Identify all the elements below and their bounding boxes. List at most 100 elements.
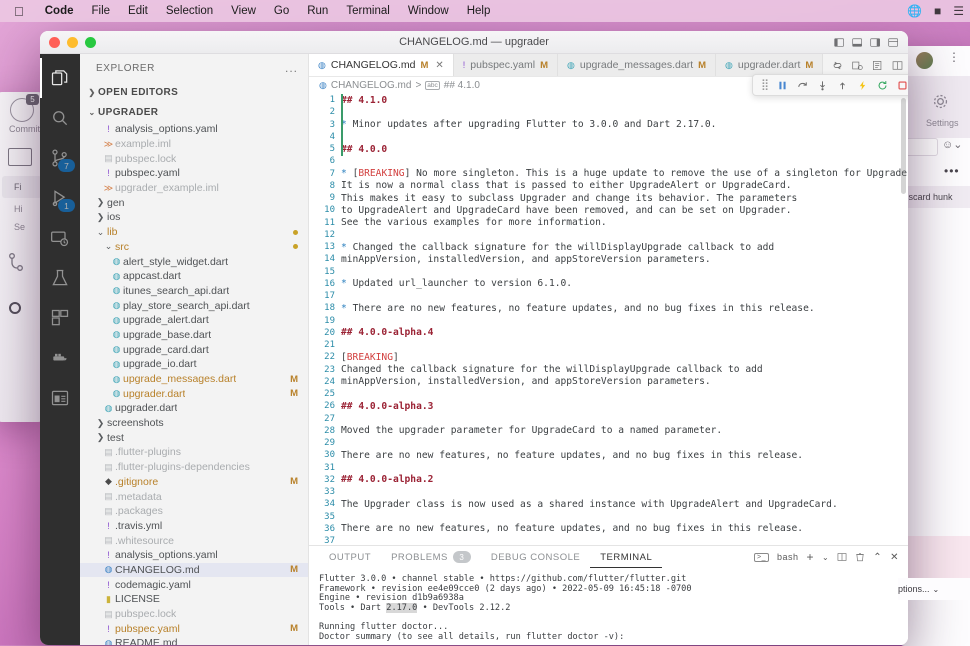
- background-options-fragment[interactable]: ptions... ⌄: [898, 578, 970, 600]
- menu-item-help[interactable]: Help: [458, 5, 500, 17]
- chevron-down-icon[interactable]: ⌄: [822, 553, 829, 562]
- menu-item-edit[interactable]: Edit: [119, 5, 157, 17]
- tree-item[interactable]: ! analysis_options.yaml: [80, 548, 308, 563]
- tree-item[interactable]: ◍ upgrade_io.dart: [80, 357, 308, 372]
- terminal-output[interactable]: Flutter 3.0.0 • channel stable • https:/…: [309, 568, 908, 645]
- activity-item-extensions[interactable]: [40, 298, 80, 338]
- section-upgrader[interactable]: ⌄ UPGRADER: [80, 102, 308, 122]
- activity-item-layout[interactable]: [40, 378, 80, 418]
- toggle-panel-icon[interactable]: [852, 37, 863, 48]
- tree-item[interactable]: ≫ example.iml: [80, 137, 308, 152]
- tree-item[interactable]: ❯ test: [80, 430, 308, 445]
- toggle-secondary-sidebar-icon[interactable]: [870, 37, 881, 48]
- tree-item[interactable]: ▤ .packages: [80, 504, 308, 519]
- menu-item-view[interactable]: View: [222, 5, 265, 17]
- emoji-picker-icon[interactable]: ☺⌄: [942, 138, 962, 151]
- new-terminal-icon[interactable]: +: [807, 550, 815, 564]
- background-window-right[interactable]: ⋮ Settings ☺⌄ ••• Discard hunk: [898, 46, 970, 646]
- tree-item[interactable]: ▤ pubspec.lock: [80, 607, 308, 622]
- activity-item-docker[interactable]: [40, 338, 80, 378]
- tree-item[interactable]: ◆ .gitignore M: [80, 475, 308, 490]
- step-over-icon[interactable]: [797, 80, 808, 91]
- stop-icon[interactable]: [897, 80, 908, 91]
- pause-icon[interactable]: [777, 80, 788, 91]
- restart-icon[interactable]: [877, 80, 888, 91]
- preview-icon[interactable]: [832, 60, 843, 71]
- open-preview-icon[interactable]: [872, 60, 883, 71]
- close-window-button[interactable]: [49, 36, 60, 48]
- tree-item[interactable]: ◍ appcast.dart: [80, 269, 308, 284]
- explorer-more-actions-icon[interactable]: ...: [285, 61, 298, 75]
- editor-scrollbar[interactable]: [901, 98, 906, 194]
- editor-tab[interactable]: ◍ upgrade_messages.dart M: [558, 54, 717, 76]
- tree-item[interactable]: ▤ .flutter-plugins: [80, 445, 308, 460]
- tree-item[interactable]: ❯ screenshots: [80, 416, 308, 431]
- step-out-icon[interactable]: [837, 80, 848, 91]
- menu-item-go[interactable]: Go: [265, 5, 298, 17]
- code-editor[interactable]: 1 ## 4.1.0 2 3 * Minor updates after upgradi…: [309, 94, 908, 545]
- activity-item-testing[interactable]: [40, 258, 80, 298]
- tree-item[interactable]: ◍ alert_style_widget.dart: [80, 254, 308, 269]
- tree-item[interactable]: ▤ pubspec.lock: [80, 151, 308, 166]
- minimize-window-button[interactable]: [67, 36, 78, 48]
- panel-tab[interactable]: DEBUG CONSOLE: [481, 546, 590, 568]
- tree-item[interactable]: ! pubspec.yaml: [80, 166, 308, 181]
- kebab-menu-icon[interactable]: ⋮: [948, 51, 960, 63]
- tree-item[interactable]: ! analysis_options.yaml: [80, 122, 308, 137]
- activity-item-source-control[interactable]: 7: [40, 138, 80, 178]
- bolt-icon[interactable]: [857, 80, 868, 91]
- activity-item-search[interactable]: [40, 98, 80, 138]
- wifi-icon[interactable]: ☰: [947, 4, 970, 18]
- close-tab-icon[interactable]: ✕: [435, 60, 443, 71]
- editor-tab[interactable]: ! pubspec.yaml M: [453, 54, 559, 76]
- menu-item-code[interactable]: Code: [36, 5, 83, 17]
- tree-item[interactable]: ❯ ios: [80, 210, 308, 225]
- toggle-sidebar-icon[interactable]: [834, 37, 845, 48]
- step-into-icon[interactable]: [817, 80, 828, 91]
- tree-item[interactable]: ◍ itunes_search_api.dart: [80, 284, 308, 299]
- activity-item-explorer[interactable]: [40, 58, 80, 98]
- apple-logo-icon[interactable]: : [0, 5, 36, 18]
- breadcrumb-symbol[interactable]: ## 4.1.0: [444, 80, 480, 91]
- customize-layout-icon[interactable]: [888, 37, 899, 48]
- menu-item-terminal[interactable]: Terminal: [337, 5, 398, 17]
- tree-item[interactable]: ◍ README.md: [80, 636, 308, 645]
- terminal-shell-label[interactable]: bash: [777, 552, 799, 562]
- tree-item[interactable]: ◍ upgrade_alert.dart: [80, 313, 308, 328]
- grip-icon[interactable]: ⣿: [761, 79, 769, 91]
- kill-terminal-icon[interactable]: [855, 552, 865, 562]
- tree-item[interactable]: ◍ CHANGELOG.md M: [80, 562, 308, 578]
- activity-item-run-and-debug[interactable]: 1: [40, 178, 80, 218]
- breadcrumb-file[interactable]: CHANGELOG.md: [331, 80, 412, 91]
- close-panel-icon[interactable]: ✕: [890, 552, 899, 563]
- maximize-panel-icon[interactable]: ⌃: [873, 552, 882, 563]
- section-open-editors[interactable]: ❯ OPEN EDITORS: [80, 82, 308, 102]
- tree-item[interactable]: ▤ .metadata: [80, 489, 308, 504]
- tree-item[interactable]: ⌄ lib: [80, 225, 308, 240]
- tree-item[interactable]: ◍ upgrader.dart: [80, 401, 308, 416]
- activity-item-remote-explorer[interactable]: [40, 218, 80, 258]
- tree-item[interactable]: ◍ upgrade_card.dart: [80, 342, 308, 357]
- tree-item[interactable]: ! pubspec.yaml M: [80, 621, 308, 636]
- panel-tab[interactable]: OUTPUT: [319, 546, 381, 568]
- tree-item[interactable]: ◍ upgrade_messages.dart M: [80, 372, 308, 387]
- more-icon[interactable]: •••: [944, 164, 960, 178]
- tree-item[interactable]: ≫ upgrader_example.iml: [80, 181, 308, 196]
- battery-icon[interactable]: ■: [928, 4, 947, 18]
- menu-item-file[interactable]: File: [83, 5, 120, 17]
- maximize-window-button[interactable]: [85, 36, 96, 48]
- globe-icon[interactable]: 🌐: [901, 4, 928, 18]
- menu-item-selection[interactable]: Selection: [157, 5, 222, 17]
- menu-item-run[interactable]: Run: [298, 5, 337, 17]
- tree-item[interactable]: ! .travis.yml: [80, 519, 308, 534]
- tree-item[interactable]: ◍ upgrader.dart M: [80, 386, 308, 401]
- tree-item[interactable]: ▤ .flutter-plugins-dependencies: [80, 460, 308, 475]
- editor-tab[interactable]: ◍ CHANGELOG.md M ✕: [309, 54, 454, 76]
- tree-item[interactable]: ! codemagic.yaml: [80, 577, 308, 592]
- tree-item[interactable]: ▮ LICENSE: [80, 592, 308, 607]
- background-window-left[interactable]: 5 Commit Fi Hi Se: [0, 92, 44, 422]
- tree-item[interactable]: ❯ gen: [80, 195, 308, 210]
- split-preview-icon[interactable]: [852, 60, 863, 71]
- menu-item-window[interactable]: Window: [399, 5, 458, 17]
- panel-tab[interactable]: PROBLEMS 3: [381, 546, 481, 568]
